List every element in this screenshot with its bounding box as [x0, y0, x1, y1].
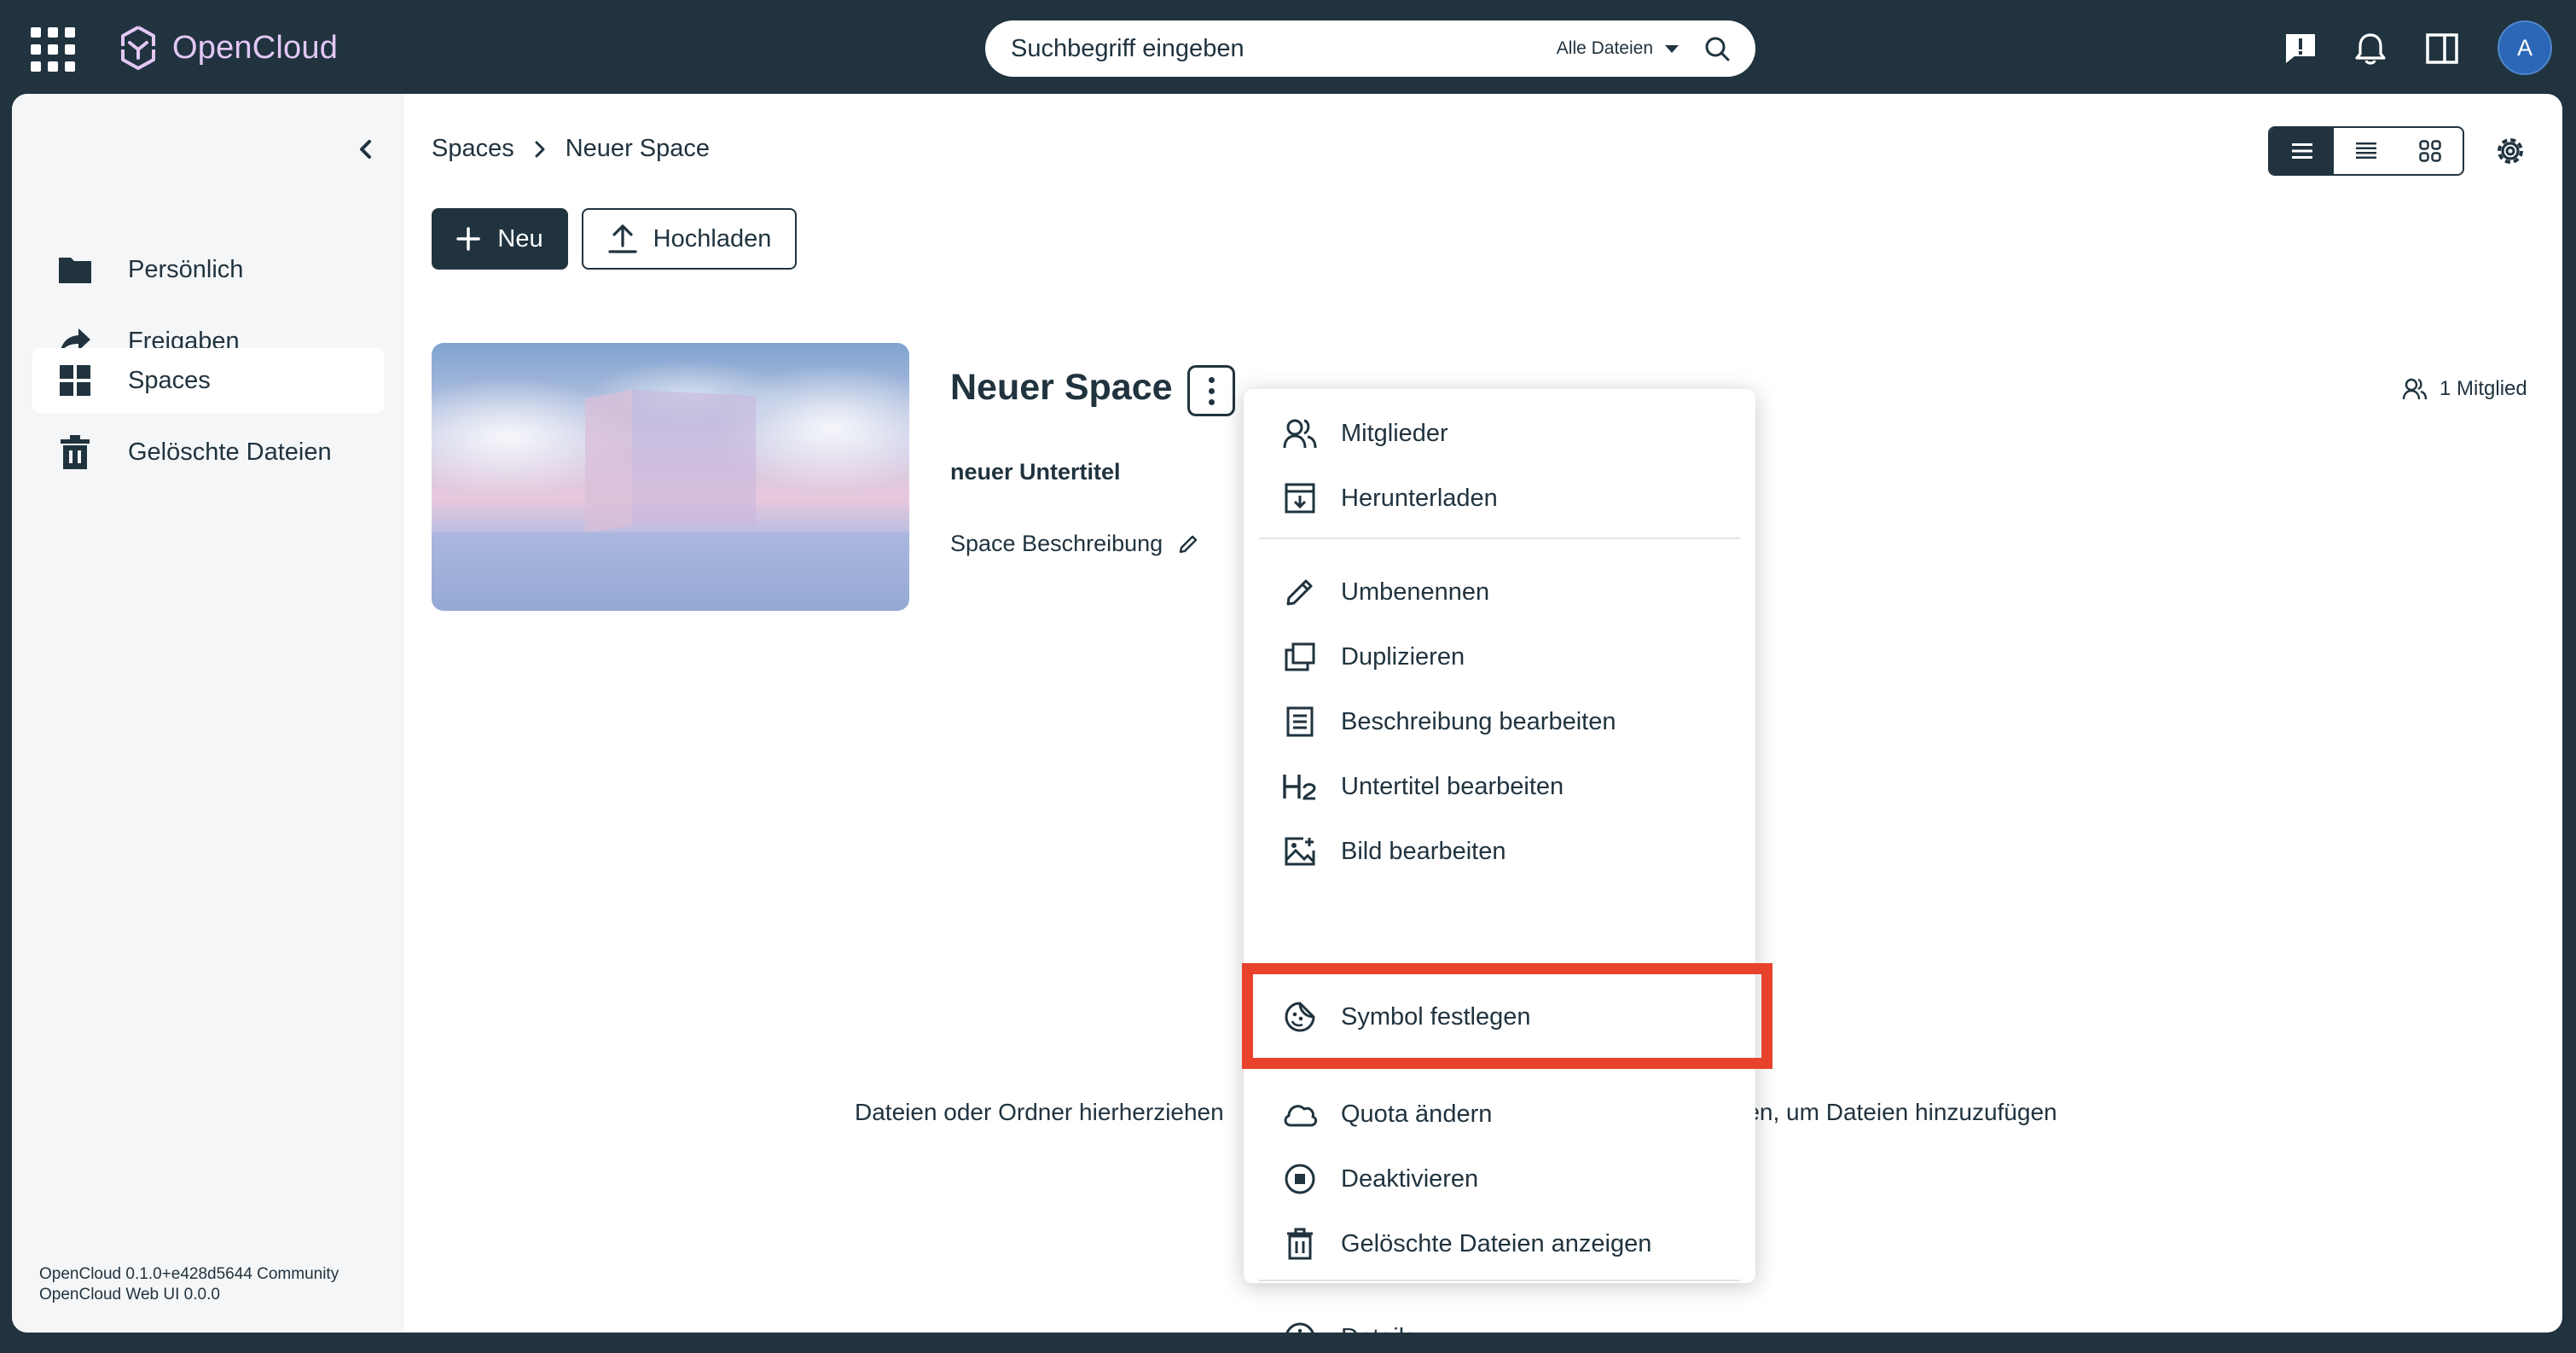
- list-view-button[interactable]: [2270, 128, 2335, 174]
- duplicate-icon: [1281, 638, 1319, 676]
- tiles-view-button[interactable]: [2399, 128, 2463, 174]
- sidebar-item-geloeschte-dateien[interactable]: Gelöschte Dateien: [32, 420, 384, 485]
- image-icon: [1281, 833, 1319, 870]
- space-context-menu: Mitglieder Herunterladen Umbenennen Dupl…: [1242, 389, 1772, 1333]
- pencil-icon: [1281, 573, 1319, 611]
- download-icon: [1281, 479, 1319, 517]
- menu-divider: [1259, 537, 1740, 539]
- condensed-list-view-button[interactable]: [2334, 128, 2398, 174]
- sidebar-item-persoenlich[interactable]: Persönlich: [32, 237, 384, 302]
- menu-item-label: Quota ändern: [1341, 1100, 1493, 1128]
- members-count: 1 Mitglied: [2440, 377, 2527, 400]
- gear-icon[interactable]: [2491, 131, 2530, 171]
- sidebar-panel-icon[interactable]: [2424, 31, 2460, 67]
- top-bar: OpenCloud Suchbegriff eingeben Alle Date…: [0, 0, 2576, 94]
- breadcrumb: Spaces Neuer Space: [432, 135, 710, 163]
- upload-button[interactable]: Hochladen: [582, 208, 797, 270]
- space-members[interactable]: 1 Mitglied: [2402, 377, 2527, 401]
- highlight-box: [1242, 963, 1772, 1069]
- new-button-label: Neu: [497, 224, 543, 253]
- info-icon: [1281, 1319, 1319, 1333]
- menu-divider: [1259, 1280, 1740, 1281]
- version-line: OpenCloud Web UI 0.0.0: [39, 1286, 220, 1304]
- upload-icon: [608, 224, 637, 253]
- breadcrumb-item-current[interactable]: Neuer Space: [566, 135, 710, 163]
- menu-item-beschreibung-bearbeiten[interactable]: Beschreibung bearbeiten: [1244, 691, 1755, 752]
- menu-item-label: Umbenennen: [1341, 578, 1490, 606]
- user-avatar[interactable]: A: [2498, 20, 2552, 75]
- chevron-right-icon: [535, 141, 545, 157]
- space-title: Neuer Space: [950, 367, 1173, 408]
- heading-h2-icon: [1281, 768, 1319, 805]
- pencil-icon[interactable]: [1178, 534, 1198, 555]
- menu-item-bild-bearbeiten[interactable]: Bild bearbeiten: [1244, 821, 1755, 882]
- search-input[interactable]: Suchbegriff eingeben: [1011, 35, 1557, 63]
- menu-item-untertitel-bearbeiten[interactable]: Untertitel bearbeiten: [1244, 756, 1755, 817]
- space-image[interactable]: [432, 343, 909, 611]
- stop-circle-icon: [1281, 1160, 1319, 1198]
- folder-icon: [56, 251, 94, 288]
- app-content: Persönlich Freigaben Spaces Gelöschte Da…: [12, 94, 2562, 1333]
- space-description-text: Space Beschreibung: [950, 531, 1163, 556]
- search-bar[interactable]: Suchbegriff eingeben Alle Dateien: [985, 20, 1755, 77]
- dropzone-text-right: utzen, um Dateien hinzuzufügen: [1714, 1099, 2057, 1125]
- menu-item-herunterladen[interactable]: Herunterladen: [1244, 467, 1755, 529]
- menu-item-deaktivieren[interactable]: Deaktivieren: [1244, 1148, 1755, 1210]
- app-switcher-icon[interactable]: [31, 27, 75, 72]
- breadcrumb-item-spaces[interactable]: Spaces: [432, 135, 514, 163]
- trash-icon: [1281, 1225, 1319, 1263]
- sidebar-item-label: Gelöschte Dateien: [128, 438, 332, 466]
- opencloud-logo-icon: [121, 26, 155, 70]
- cloud-icon: [1281, 1095, 1319, 1133]
- chevron-down-icon[interactable]: [1665, 44, 1679, 53]
- feedback-icon[interactable]: [2283, 31, 2318, 67]
- collapse-sidebar-icon[interactable]: [353, 136, 379, 162]
- sidebar-item-spaces[interactable]: Spaces: [32, 348, 384, 413]
- menu-item-label: Bild bearbeiten: [1341, 837, 1506, 865]
- search-icon[interactable]: [1704, 36, 1730, 61]
- menu-item-label: Gelöschte Dateien anzeigen: [1341, 1229, 1652, 1257]
- dropzone-text-left: Dateien oder Ordner hierherziehen: [855, 1099, 1224, 1125]
- menu-item-label: Untertitel bearbeiten: [1341, 772, 1564, 800]
- menu-item-label: Details: [1341, 1324, 1417, 1333]
- description-icon: [1281, 703, 1319, 740]
- menu-item-geloeschte-dateien-anzeigen[interactable]: Gelöschte Dateien anzeigen: [1244, 1213, 1755, 1275]
- upload-button-label: Hochladen: [653, 224, 772, 253]
- version-line: OpenCloud 0.1.0+e428d5644 Community: [39, 1265, 339, 1283]
- new-button[interactable]: Neu: [432, 208, 568, 270]
- condensed-list-icon: [2355, 142, 2376, 159]
- view-mode-toggle: [2268, 126, 2464, 176]
- spaces-grid-icon: [56, 362, 94, 399]
- menu-item-label: Herunterladen: [1341, 484, 1498, 512]
- sidebar-item-label: Spaces: [128, 366, 211, 394]
- app-name: OpenCloud: [172, 29, 339, 66]
- menu-item-duplizieren[interactable]: Duplizieren: [1244, 626, 1755, 688]
- menu-item-mitglieder[interactable]: Mitglieder: [1244, 403, 1755, 464]
- menu-item-umbenennen[interactable]: Umbenennen: [1244, 561, 1755, 623]
- bell-icon[interactable]: [2353, 31, 2388, 67]
- menu-item-label: Beschreibung bearbeiten: [1341, 707, 1616, 735]
- menu-item-details[interactable]: Details: [1244, 1307, 1755, 1333]
- search-scope-select[interactable]: Alle Dateien: [1557, 38, 1653, 59]
- menu-item-label: Deaktivieren: [1341, 1164, 1479, 1193]
- space-description: Space Beschreibung: [950, 531, 1198, 557]
- app-logo[interactable]: OpenCloud: [118, 24, 338, 72]
- members-icon: [2402, 378, 2428, 400]
- menu-item-label: Duplizieren: [1341, 642, 1465, 671]
- version-info: OpenCloud 0.1.0+e428d5644 Community Open…: [39, 1264, 339, 1305]
- menu-item-quota-aendern[interactable]: Quota ändern: [1244, 1083, 1755, 1145]
- sidebar-item-label: Persönlich: [128, 255, 244, 283]
- space-subtitle: neuer Untertitel: [950, 459, 1121, 485]
- plus-icon: [456, 227, 481, 251]
- sidebar: Persönlich Freigaben Spaces Gelöschte Da…: [12, 94, 404, 1333]
- members-icon: [1281, 415, 1319, 452]
- trash-icon: [56, 433, 94, 471]
- space-actions-button[interactable]: [1187, 365, 1235, 416]
- menu-item-label: Mitglieder: [1341, 419, 1448, 447]
- list-view-icon: [2291, 143, 2312, 159]
- tiles-view-icon: [2419, 140, 2442, 162]
